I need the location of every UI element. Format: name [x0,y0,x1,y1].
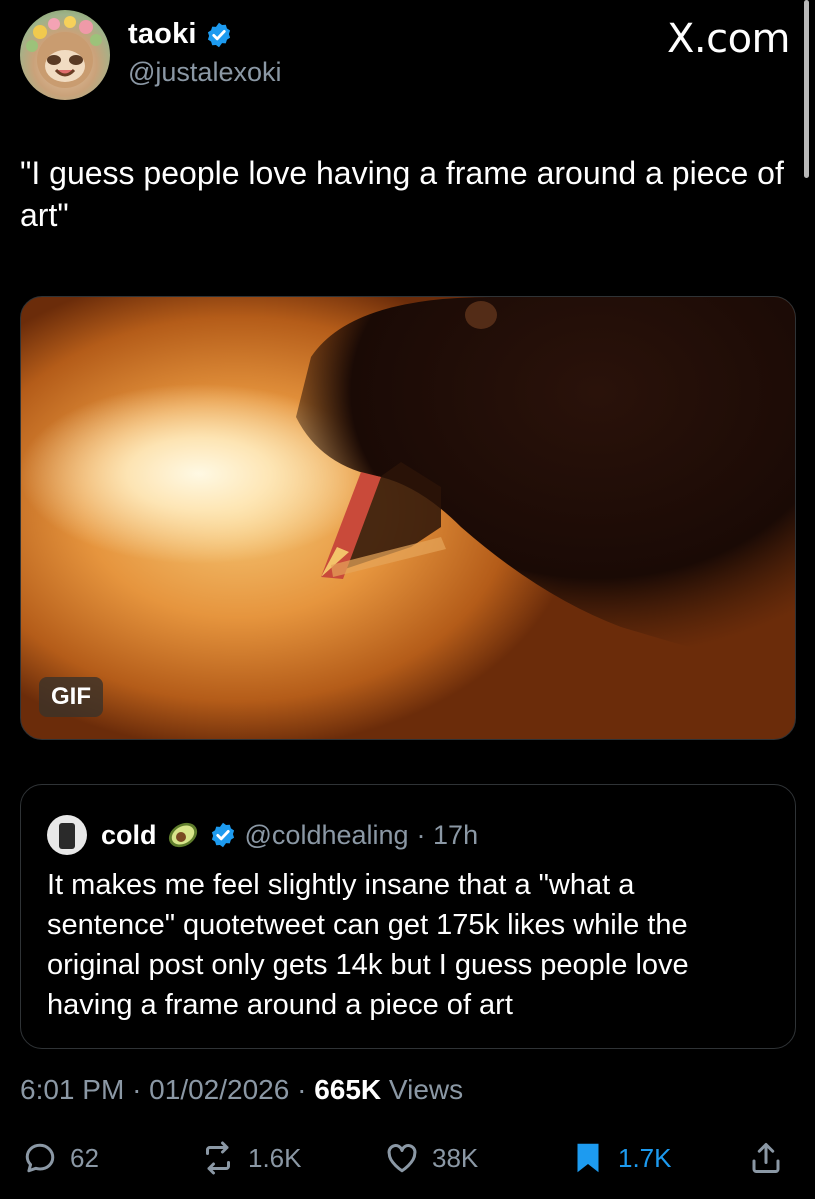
share-button[interactable] [748,1140,784,1176]
bookmark-filled-icon [577,1143,599,1173]
repost-icon [206,1141,230,1175]
quoted-author-name[interactable]: cold [101,820,157,851]
share-icon [752,1143,780,1173]
sloth-avatar-icon [26,16,102,88]
quoted-verified-badge-icon [211,822,234,848]
quoted-author-handle[interactable]: @coldhealing [245,820,409,851]
brand-watermark: X.com [666,16,791,62]
tweet-date[interactable]: 01/02/2026 [149,1074,289,1105]
quoted-tweet-text: It makes me feel slightly insane that a … [47,869,689,1021]
gif-frame-image [296,297,795,677]
tweet-metadata: 6:01 PM · 01/02/2026 · 665K Views [20,1074,463,1106]
author-display-name[interactable]: taoki [128,18,197,51]
views-label: Views [388,1074,464,1105]
bookmark-button[interactable]: 1.7K [570,1140,672,1176]
quoted-author-avatar[interactable] [47,815,87,855]
quoted-tweet[interactable]: cold @coldhealing · 17h It makes me feel… [20,784,796,1049]
bookmark-count: 1.7K [618,1142,672,1173]
meta-separator: · [297,1074,315,1105]
tweet-time[interactable]: 6:01 PM [20,1074,124,1105]
tweet-text: "I guess people love having a frame arou… [20,155,784,233]
gif-badge: GIF [39,677,103,717]
tweet-media-gif[interactable]: GIF [20,296,796,740]
reply-count: 62 [70,1142,99,1173]
scrollbar[interactable] [804,0,809,178]
verified-badge-icon [207,22,230,47]
author-handle[interactable]: @justalexoki [128,57,281,88]
tweet-actions: 62 1.6K 38K 1.7K [20,1140,796,1190]
reply-button[interactable]: 62 [22,1140,99,1176]
like-button[interactable]: 38K [384,1140,478,1176]
author-info: taoki @justalexoki [128,18,281,88]
repost-count: 1.6K [248,1142,302,1173]
heart-icon [387,1144,417,1173]
avocado-icon [168,822,197,848]
quoted-tweet-time: · 17h [416,819,479,850]
like-count: 38K [432,1142,479,1173]
author-avatar[interactable] [20,10,110,100]
meta-separator: · [132,1074,150,1105]
repost-button[interactable]: 1.6K [200,1140,302,1176]
reply-icon [25,1143,55,1173]
tweet-header: taoki @justalexoki X.com [20,10,791,106]
quoted-tweet-header: cold @coldhealing · 17h [47,815,771,855]
views-count: 665K [314,1074,382,1105]
